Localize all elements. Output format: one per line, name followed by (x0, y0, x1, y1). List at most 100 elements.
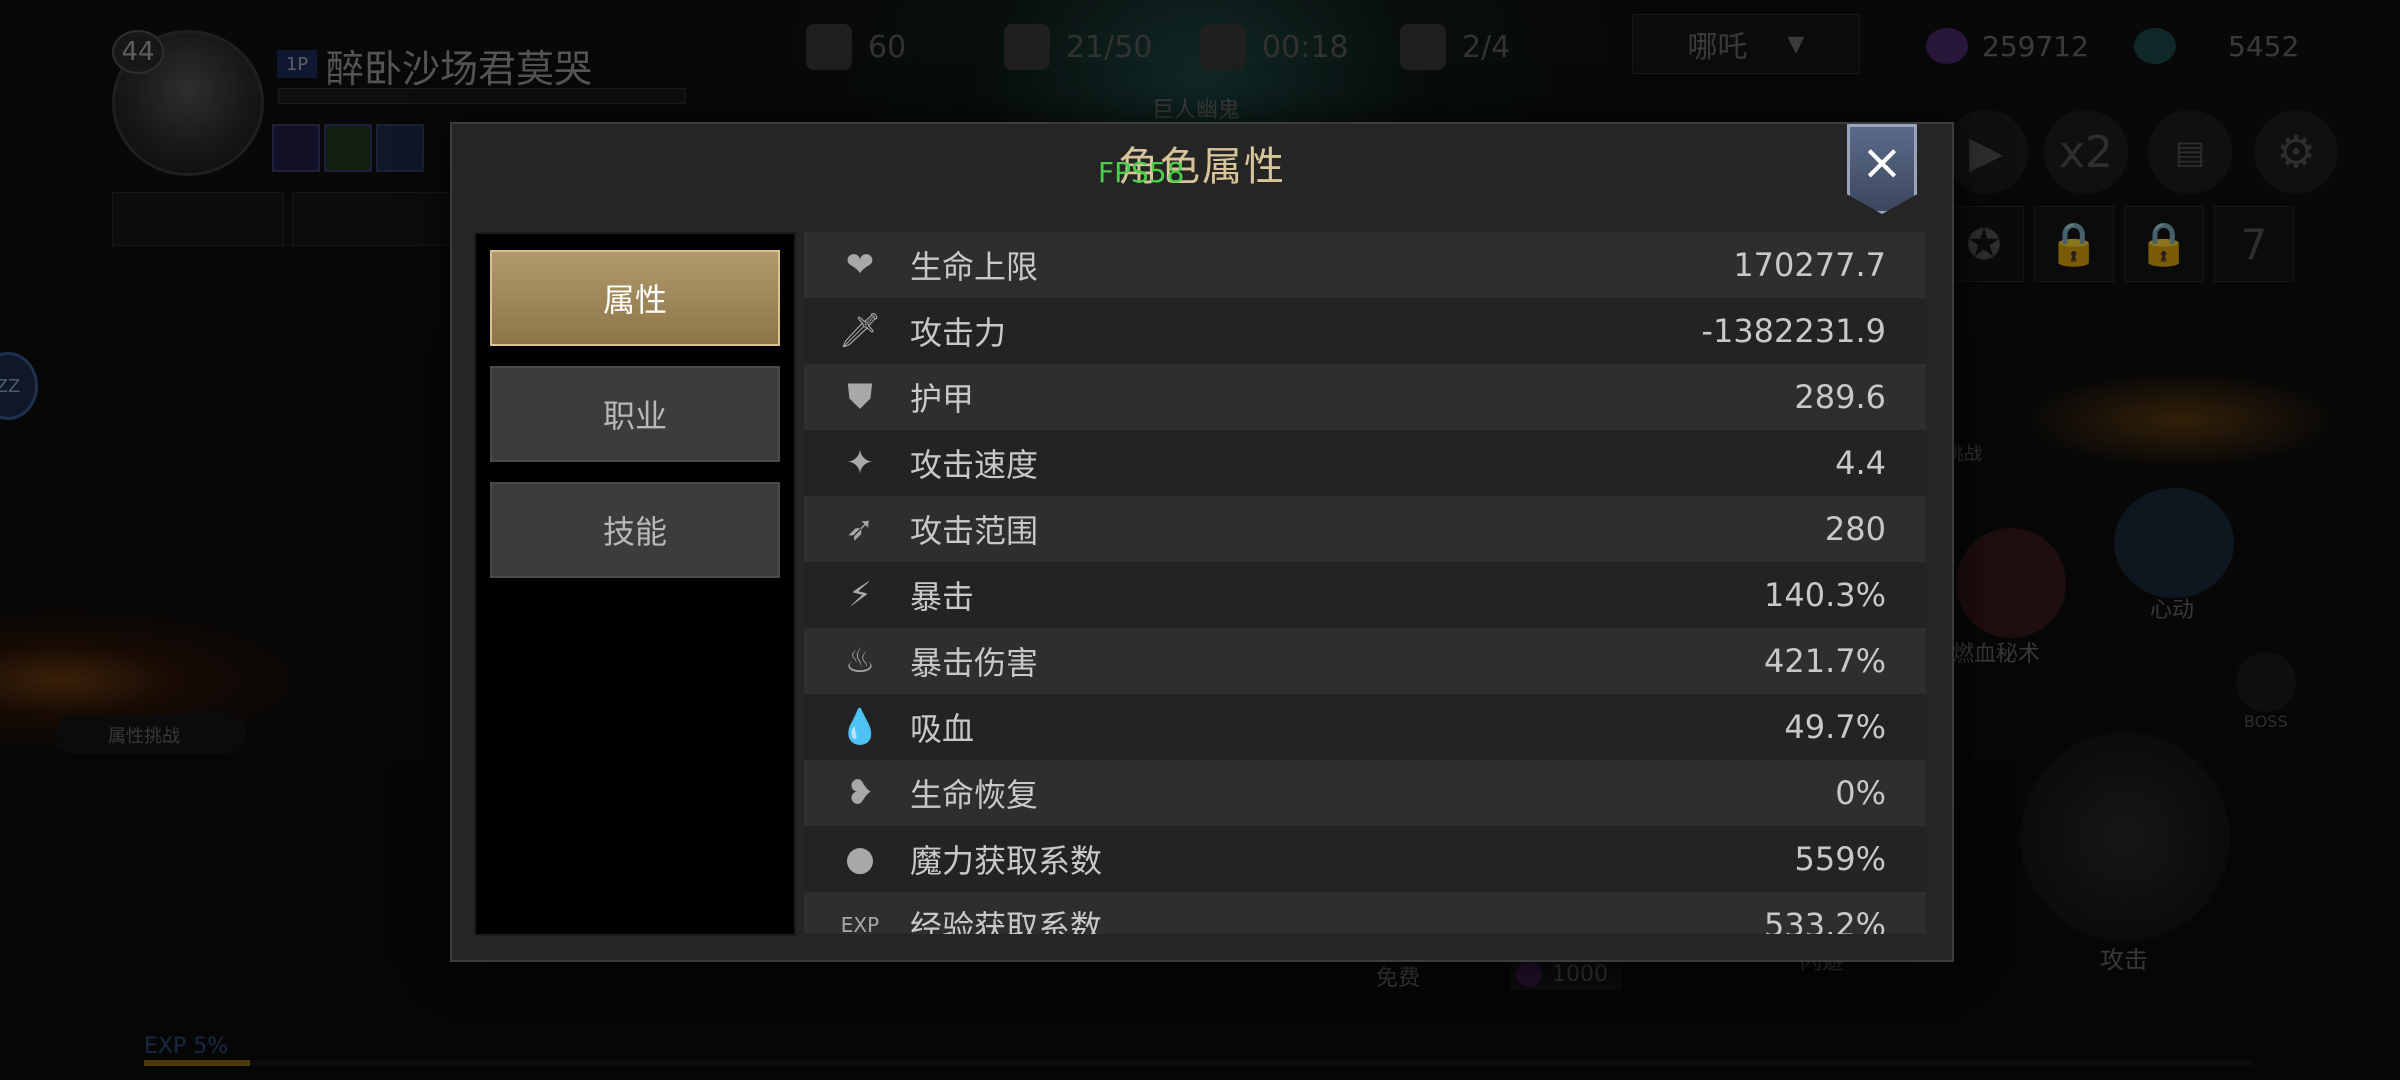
lifesteal-icon: 💧 (838, 707, 882, 747)
hero-select-value: 哪吒 (1687, 30, 1748, 65)
shield-icon: ⛊ (847, 377, 873, 417)
attack-label: 攻击 (2100, 946, 2148, 974)
emblem-icon: ✪ (1966, 219, 2002, 269)
boss-label: BOSS (2244, 712, 2288, 731)
ticket-icon: ▤ (2174, 133, 2206, 171)
attribute-label: 护甲 (910, 380, 975, 418)
attribute-row: 🗡 攻击力 -1382231.9 (804, 298, 1926, 364)
attribute-value: 421.7% (1763, 642, 1886, 680)
lives-stat: 21/50 (1004, 24, 1152, 70)
tab-skills[interactable]: 技能 (490, 482, 780, 578)
equipment-tab-button[interactable] (292, 192, 464, 246)
exp-bar (144, 1060, 2254, 1066)
attribute-row: ➶ 攻击范围 280 (804, 496, 1926, 562)
tab-attributes[interactable]: 属性 (490, 250, 780, 346)
slot-count[interactable]: 7 (2214, 206, 2294, 282)
exp-bar-fill (144, 1060, 250, 1066)
sleep-badge[interactable]: ZZ (0, 352, 38, 420)
attribute-label: 暴击 (910, 578, 975, 616)
attribute-row: ❤ 生命上限 170277.7 (804, 232, 1926, 298)
buff-icon[interactable] (272, 124, 320, 172)
boss-button[interactable] (2236, 652, 2296, 712)
lock-icon: 🔒 (2047, 219, 2101, 268)
attribute-value: 0% (1835, 774, 1886, 812)
crit-damage-icon: ♨ (844, 641, 876, 681)
locked-slot[interactable]: 🔒 (2034, 206, 2114, 282)
crossed-swords-icon (1200, 24, 1246, 70)
attribute-row: ✦ 攻击速度 4.4 (804, 430, 1926, 496)
exp-icon: EXP (840, 913, 880, 934)
buff-icon[interactable] (376, 124, 424, 172)
attribute-value: 533.2% (1763, 906, 1886, 934)
attribute-value: 170277.7 (1733, 246, 1886, 284)
dialog-title: 角色属性 (1118, 144, 1286, 190)
power-stat: 60 (806, 24, 906, 70)
profile-tab-button[interactable] (112, 192, 284, 246)
attribute-value: 49.7% (1784, 708, 1886, 746)
timer-stat: 00:18 (1200, 24, 1348, 70)
speed-button[interactable]: x2 (2044, 110, 2128, 194)
attribute-label: 攻击速度 (910, 446, 1039, 484)
heart-icon: ❤ (845, 245, 875, 285)
skill-slot[interactable]: ✪ (1944, 206, 2024, 282)
wave-stat: 2/4 (1400, 24, 1510, 70)
gem-currency: 259712 (1926, 28, 2089, 64)
attribute-row: ⛊ 护甲 289.6 (804, 364, 1926, 430)
attack-range-icon: ➶ (845, 509, 875, 549)
blood-skill-button[interactable] (1956, 528, 2066, 638)
attribute-value: 280 (1824, 510, 1886, 548)
attack-button[interactable] (2020, 732, 2230, 942)
attribute-value: -1382231.9 (1701, 312, 1886, 350)
gem-icon (1516, 961, 1542, 987)
attribute-challenge-label: 属性挑战 (108, 726, 180, 747)
cost-button[interactable]: 1000 (1510, 958, 1622, 990)
mana-icon: ● (845, 839, 875, 879)
attribute-value: 140.3% (1763, 576, 1886, 614)
demon-icon (1400, 24, 1446, 70)
player-name: 醉卧沙场君莫哭 (326, 47, 593, 91)
tickets-button[interactable]: ▤ (2148, 110, 2232, 194)
attribute-list[interactable]: ❤ 生命上限 170277.7 🗡 攻击力 -1382231.9 ⛊ 护甲 289.6 ✦ 攻击速度… (804, 232, 1926, 934)
attribute-value: 289.6 (1794, 378, 1886, 416)
attribute-row: ♨ 暴击伤害 421.7% (804, 628, 1926, 694)
attribute-label: 生命恢复 (910, 776, 1039, 814)
close-button[interactable]: × (1847, 124, 1917, 214)
blood-skill-label: 燃血秘术 (1952, 642, 2041, 667)
settings-button[interactable]: ⚙ (2254, 110, 2338, 194)
gem-icon (1926, 28, 1968, 64)
attribute-label: 吸血 (910, 710, 975, 748)
locked-slot[interactable]: 🔒 (2124, 206, 2204, 282)
attribute-label: 经验获取系数 (910, 908, 1103, 934)
free-label: 免费 (1376, 966, 1421, 991)
player-level: 44 (112, 30, 164, 74)
regen-icon: ❥ (845, 773, 875, 813)
play-button[interactable]: ▶ (1944, 110, 2028, 194)
attack-speed-icon: ✦ (845, 443, 875, 483)
exp-label: EXP 5% (144, 1034, 229, 1059)
heart-skill-button[interactable] (2114, 488, 2234, 598)
attribute-row: ● 魔力获取系数 559% (804, 826, 1926, 892)
lock-icon: 🔒 (2137, 219, 2191, 268)
boss-name: 巨人幽鬼 (1152, 98, 1241, 123)
tab-class[interactable]: 职业 (490, 366, 780, 462)
attribute-label: 攻击范围 (910, 512, 1039, 550)
attribute-label: 魔力获取系数 (910, 842, 1103, 880)
crystal-icon (2134, 28, 2176, 64)
heart-skill-label: 心动 (2150, 598, 2195, 623)
attribute-value: 4.4 (1835, 444, 1886, 482)
attribute-label: 攻击力 (910, 314, 1007, 352)
character-attributes-dialog: 角色属性 FPS58 × 属性 职业 技能 ❤ 生命上限 170277.7 🗡 攻击力 -… (450, 122, 1954, 962)
hero-select-dropdown[interactable]: 哪吒 ▼ (1632, 14, 1860, 74)
buff-icon[interactable] (324, 124, 372, 172)
crystal-currency: 5452 (2134, 28, 2299, 64)
close-icon: × (1861, 133, 1903, 191)
chevron-down-icon: ▼ (1787, 31, 1805, 57)
heart-icon (1004, 24, 1050, 70)
fps-counter: FPS58 (1098, 156, 1185, 189)
attribute-row: 💧 吸血 49.7% (804, 694, 1926, 760)
attribute-row: ⚡ 暴击 140.3% (804, 562, 1926, 628)
attribute-label: 生命上限 (910, 248, 1039, 286)
fist-icon (806, 24, 852, 70)
play-icon: ▶ (1969, 126, 2003, 178)
attribute-value: 559% (1794, 840, 1886, 878)
